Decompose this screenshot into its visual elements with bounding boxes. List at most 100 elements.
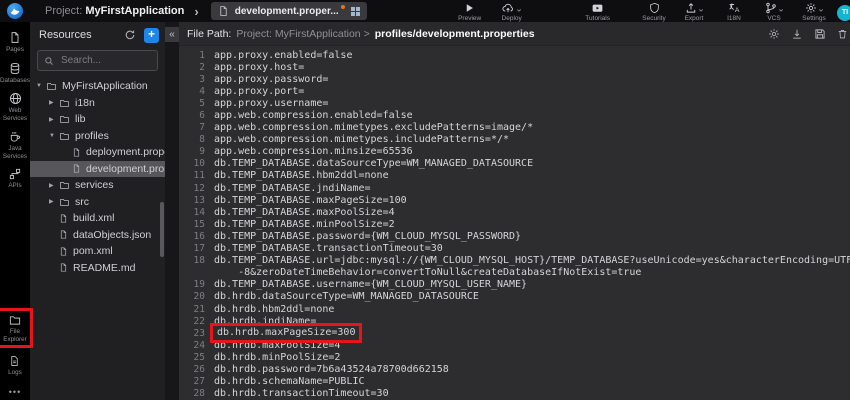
code-line[interactable]: 19db.TEMP_DATABASE.username={WM_CLOUD_MY… <box>179 279 850 291</box>
code-line[interactable]: 4app.proxy.port= <box>179 85 850 97</box>
tree-item-build-xml[interactable]: build.xml <box>30 210 165 227</box>
tree-item-deployment-properties[interactable]: deployment.properties <box>30 144 165 161</box>
code-line[interactable]: 9app.web.compression.minsize=65536 <box>179 146 850 158</box>
code-line[interactable]: 23db.hrdb.maxPageSize=300 <box>179 327 850 339</box>
code-line[interactable]: 10db.TEMP_DATABASE.dataSourceType=WM_MAN… <box>179 158 850 170</box>
tree-item-i18n[interactable]: ▶i18n <box>30 95 165 112</box>
code-line[interactable]: 7app.web.compression.mimetypes.excludePa… <box>179 122 850 134</box>
tree-item-dataobjects-json[interactable]: dataObjects.json <box>30 227 165 244</box>
tree-item-services[interactable]: ▶services <box>30 177 165 194</box>
save-icon[interactable] <box>814 28 826 40</box>
sidebar-item-databases[interactable]: Databases <box>0 62 30 85</box>
caret-right-icon[interactable]: ▶ <box>49 198 59 205</box>
sidebar-item-apis[interactable]: APIs <box>8 168 21 190</box>
sidebar-item-label: Web Services <box>3 107 27 122</box>
project-name: MyFirstApplication <box>85 5 184 17</box>
resources-scrollbar[interactable] <box>160 202 164 257</box>
tab-title: development.proper... <box>235 6 339 17</box>
tab-development-properties[interactable]: development.proper... <box>211 2 367 20</box>
user-avatar[interactable]: TI <box>837 5 850 21</box>
code-line[interactable]: 26db.hrdb.password=7b6a43524a78700d66215… <box>179 363 850 375</box>
sidebar-item-label: Databases <box>0 77 30 85</box>
code-line[interactable]: 27db.hrdb.schemaName=PUBLIC <box>179 376 850 388</box>
security-button[interactable]: Security <box>637 2 671 22</box>
tree-item-development-properties[interactable]: development.properties <box>30 161 165 178</box>
grid-layout-icon[interactable] <box>351 7 360 16</box>
export-button[interactable]: Export <box>677 2 711 22</box>
wavemaker-logo-icon[interactable] <box>7 3 23 19</box>
tree-item-lib[interactable]: ▶lib <box>30 111 165 128</box>
top-bar: Project: MyFirstApplication › developmen… <box>0 0 850 22</box>
tree-item-src[interactable]: ▶src <box>30 194 165 211</box>
code-line[interactable]: 1app.proxy.enabled=false <box>179 49 850 61</box>
code-line[interactable]: 14db.TEMP_DATABASE.maxPoolSize=4 <box>179 206 850 218</box>
code-text: app.proxy.host= <box>214 62 304 73</box>
code-line[interactable]: 21db.hrdb.hbm2ddl=none <box>179 303 850 315</box>
i18n-icon: A <box>728 2 741 14</box>
sidebar-item-pages[interactable]: Pages <box>6 31 24 54</box>
tutorials-button[interactable]: Tutorials <box>581 2 615 22</box>
caret-down-icon[interactable]: ▼ <box>49 133 59 139</box>
tree-item-readme-md[interactable]: README.md <box>30 260 165 277</box>
tree-item-profiles[interactable]: ▼profiles <box>30 128 165 145</box>
line-number: 20 <box>179 291 214 302</box>
code-line[interactable]: 2app.proxy.host= <box>179 61 850 73</box>
line-number: 24 <box>179 340 214 351</box>
caret-right-icon[interactable]: ▶ <box>49 116 59 123</box>
chevron-down-icon <box>516 8 522 13</box>
code-line[interactable]: 15db.TEMP_DATABASE.minPoolSize=2 <box>179 218 850 230</box>
code-text: db.TEMP_DATABASE.transactionTimeout=30 <box>214 243 443 254</box>
code-line[interactable]: 3app.proxy.password= <box>179 73 850 85</box>
code-text: db.hrdb.hbm2ddl=none <box>214 304 334 315</box>
vcs-button[interactable]: VCS <box>757 2 791 22</box>
line-number: 14 <box>179 207 214 218</box>
gear-icon[interactable] <box>768 28 780 40</box>
resources-search[interactable] <box>37 50 158 71</box>
trash-icon[interactable] <box>837 28 848 40</box>
tree-item-pom-xml[interactable]: pom.xml <box>30 243 165 260</box>
code-line[interactable]: 6app.web.compression.enabled=false <box>179 109 850 121</box>
sidebar-item-web-services[interactable]: Web Services <box>3 92 27 122</box>
code-line[interactable]: 11db.TEMP_DATABASE.hbm2ddl=none <box>179 170 850 182</box>
tree-item-myfirstapplication[interactable]: ▼MyFirstApplication <box>30 78 165 95</box>
export-label: Export <box>685 15 704 22</box>
i18n-button[interactable]: AI18N <box>717 2 751 22</box>
collapse-panel-button[interactable]: « <box>165 27 179 42</box>
code-line[interactable]: 18db.TEMP_DATABASE.url=jdbc:mysql://{WM_… <box>179 255 850 267</box>
refresh-icon[interactable] <box>124 29 136 41</box>
folder-big-icon <box>8 314 22 326</box>
sidebar-item-java-services[interactable]: Java Services <box>3 130 27 160</box>
caret-right-icon[interactable]: ▶ <box>49 99 59 106</box>
sidebar-item-file-explorer[interactable]: File Explorer <box>3 314 26 343</box>
preview-button[interactable]: Preview <box>453 2 487 22</box>
tutorials-label: Tutorials <box>585 15 610 22</box>
project-breadcrumb[interactable]: Project: MyFirstApplication <box>45 5 184 17</box>
deploy-button[interactable]: Deploy <box>495 2 529 22</box>
sidebar-more-button[interactable]: ••• <box>9 387 21 397</box>
caret-right-icon[interactable]: ▶ <box>49 182 59 189</box>
code-line[interactable]: 16db.TEMP_DATABASE.password={WM_CLOUD_MY… <box>179 230 850 242</box>
code-line[interactable]: 8app.web.compression.mimetypes.includePa… <box>179 134 850 146</box>
code-editor[interactable]: 1app.proxy.enabled=false2app.proxy.host=… <box>179 46 850 400</box>
code-line[interactable]: 13db.TEMP_DATABASE.maxPageSize=100 <box>179 194 850 206</box>
add-resource-button[interactable]: + <box>144 28 159 43</box>
branch-icon <box>765 2 777 14</box>
tree-item-label: build.xml <box>73 212 114 224</box>
code-line[interactable]: 20db.hrdb.dataSourceType=WM_MANAGED_DATA… <box>179 291 850 303</box>
code-text: app.web.compression.minsize=65536 <box>214 146 413 157</box>
code-line-wrap[interactable]: -8&zeroDateTimeBehavior=convertToNull&cr… <box>179 267 850 279</box>
search-input[interactable] <box>59 54 153 67</box>
code-line[interactable]: 28db.hrdb.transactionTimeout=30 <box>179 388 850 400</box>
code-line[interactable]: 17db.TEMP_DATABASE.transactionTimeout=30 <box>179 243 850 255</box>
settings-button[interactable]: Settings <box>797 2 831 22</box>
caret-down-icon[interactable]: ▼ <box>36 83 46 89</box>
code-line[interactable]: 5app.proxy.username= <box>179 97 850 109</box>
code-text: db.hrdb.transactionTimeout=30 <box>214 388 389 399</box>
annotation-box-file-explorer: File Explorer <box>0 308 33 348</box>
sidebar-item-logs[interactable]: Logs <box>8 355 22 377</box>
code-line[interactable]: 12db.TEMP_DATABASE.jndiName= <box>179 182 850 194</box>
code-text: db.hrdb.dataSourceType=WM_MANAGED_DATASO… <box>214 291 479 302</box>
download-icon[interactable] <box>791 28 803 40</box>
code-line[interactable]: 25db.hrdb.minPoolSize=2 <box>179 351 850 363</box>
modified-dot-icon <box>341 5 345 9</box>
